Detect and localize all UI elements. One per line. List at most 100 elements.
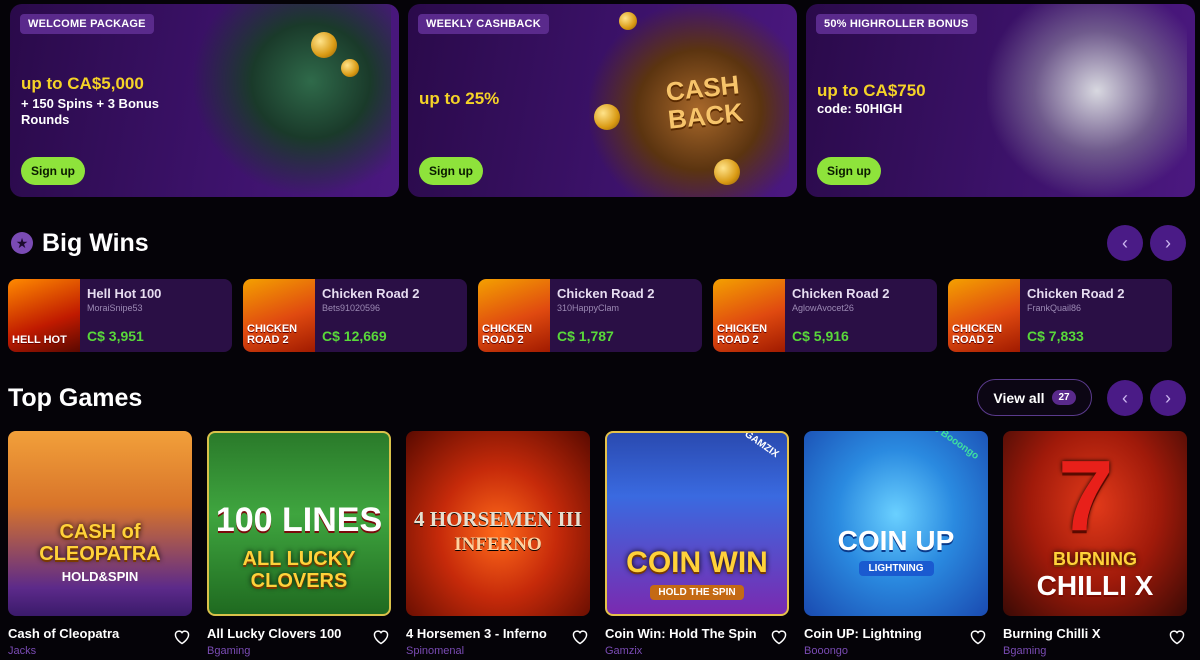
win-amount: C$ 12,669 (322, 328, 387, 344)
promo-headline: up to 25% (419, 89, 500, 108)
game-provider[interactable]: Bgaming (1003, 645, 1046, 657)
game-provider[interactable]: Gamzix (605, 645, 642, 657)
game-title[interactable]: All Lucky Clovers 100 (207, 626, 341, 641)
game-tile[interactable]: 3 Booongo COIN UP LIGHTNING (804, 431, 988, 616)
game-provider[interactable]: Jacks (8, 645, 36, 657)
top-games-prev-button[interactable]: ‹ (1107, 380, 1143, 416)
game-provider[interactable]: Bgaming (207, 645, 250, 657)
tile-art-title: COIN WIN (626, 546, 768, 579)
tile-art-subtitle: ALL LUCKY CLOVERS (242, 548, 356, 592)
game-title[interactable]: Coin Win: Hold The Spin (605, 626, 757, 641)
thumbnail-text: HELL HOT (12, 334, 67, 346)
provider-chip: 3 Booongo (931, 431, 981, 462)
big-win-item[interactable]: CHICKEN ROAD 2 Chicken Road 2 310HappyCl… (478, 279, 702, 352)
game-card[interactable]: 3 Booongo COIN UP LIGHTNING Coin UP: Lig… (804, 431, 988, 657)
promo-subtext: + 150 Spins + 3 Bonus Rounds (21, 96, 159, 127)
game-card[interactable]: 100 LINES ALL LUCKY CLOVERS All Lucky Cl… (207, 431, 391, 657)
win-game-name: Hell Hot 100 (87, 286, 162, 301)
tile-art-title: BURNING (1053, 549, 1137, 569)
coin-icon (619, 12, 637, 30)
sign-up-button[interactable]: Sign up (817, 157, 881, 185)
game-tile[interactable]: CASH of CLEOPATRA HOLD&SPIN (8, 431, 192, 616)
big-win-item[interactable]: CHICKEN ROAD 2 Chicken Road 2 AglowAvoce… (713, 279, 937, 352)
promo-headline: up to CA$5,000 (21, 74, 144, 93)
game-tile[interactable]: 7 BURNING CHILLI X (1003, 431, 1187, 616)
coin-icon (341, 59, 359, 77)
promo-weekly-cashback[interactable]: CASH BACK WEEKLY CASHBACK up to 25% Sign… (408, 4, 797, 197)
chevron-right-icon: › (1165, 387, 1171, 408)
game-card[interactable]: 4 HORSEMEN III INFERNO 4 Horsemen 3 - In… (406, 431, 590, 657)
win-game-name: Chicken Road 2 (792, 286, 890, 301)
game-title[interactable]: Cash of Cleopatra (8, 626, 119, 641)
heart-icon[interactable] (1167, 628, 1187, 646)
win-amount: C$ 1,787 (557, 328, 614, 344)
heart-icon[interactable] (570, 628, 590, 646)
win-username: Bets91020596 (322, 303, 381, 313)
big-win-item[interactable]: CHICKEN ROAD 2 Chicken Road 2 FrankQuail… (948, 279, 1172, 352)
promo-tag: 50% HIGHROLLER BONUS (816, 14, 977, 34)
game-thumbnail: CHICKEN ROAD 2 (243, 279, 315, 352)
provider-chip: GAMZIX (742, 431, 781, 461)
top-games-list: CASH of CLEOPATRA HOLD&SPIN Cash of Cleo… (8, 431, 1187, 657)
big-wins-list: HELL HOT Hell Hot 100 MoraiSnipe53 C$ 3,… (8, 279, 1172, 352)
promo-highroller-bonus[interactable]: 50% HIGHROLLER BONUS up to CA$750 code: … (806, 4, 1195, 197)
sign-up-button[interactable]: Sign up (419, 157, 483, 185)
top-games-title: Top Games (8, 384, 143, 412)
coin-icon (714, 159, 740, 185)
coin-icon (311, 32, 337, 58)
big-wins-next-button[interactable]: › (1150, 225, 1186, 261)
tile-art-subtitle: HOLD&SPIN (61, 569, 139, 584)
promo-tag: WEEKLY CASHBACK (418, 14, 549, 34)
win-game-name: Chicken Road 2 (557, 286, 655, 301)
heart-icon[interactable] (371, 628, 391, 646)
thumbnail-text: CHICKEN ROAD 2 (482, 323, 533, 346)
view-all-button[interactable]: View all 27 (977, 379, 1092, 416)
win-username: 310HappyClam (557, 303, 620, 313)
big-win-item[interactable]: CHICKEN ROAD 2 Chicken Road 2 Bets910205… (243, 279, 467, 352)
game-title[interactable]: Burning Chilli X (1003, 626, 1101, 641)
promo-welcome-package[interactable]: WELCOME PACKAGE up to CA$5,000 + 150 Spi… (10, 4, 399, 197)
thumbnail-text: CHICKEN ROAD 2 (952, 323, 1003, 346)
heart-icon[interactable] (968, 628, 988, 646)
win-amount: C$ 7,833 (1027, 328, 1084, 344)
tile-art-subtitle: HOLD THE SPIN (650, 585, 744, 600)
big-wins-title: Big Wins (42, 229, 149, 257)
promo-art-woman-cash (987, 4, 1187, 197)
game-card[interactable]: GAMZIX COIN WIN HOLD THE SPIN Coin Win: … (605, 431, 789, 657)
cashback-art-text: CASH BACK (664, 69, 745, 135)
promo-headline: up to CA$750 (817, 81, 926, 100)
game-title[interactable]: Coin UP: Lightning (804, 626, 922, 641)
chevron-left-icon: ‹ (1122, 232, 1128, 253)
game-card[interactable]: CASH of CLEOPATRA HOLD&SPIN Cash of Cleo… (8, 431, 192, 657)
chevron-right-icon: › (1165, 232, 1171, 253)
promo-art-woman-cards (191, 4, 391, 197)
big-wins-prev-button[interactable]: ‹ (1107, 225, 1143, 261)
top-games-next-button[interactable]: › (1150, 380, 1186, 416)
game-tile[interactable]: GAMZIX COIN WIN HOLD THE SPIN (605, 431, 789, 616)
win-amount: C$ 5,916 (792, 328, 849, 344)
view-all-label: View all (993, 389, 1045, 406)
game-thumbnail: CHICKEN ROAD 2 (713, 279, 785, 352)
tile-art-title: COIN UP (837, 525, 955, 556)
games-count-badge: 27 (1052, 390, 1076, 405)
big-win-item[interactable]: HELL HOT Hell Hot 100 MoraiSnipe53 C$ 3,… (8, 279, 232, 352)
heart-icon[interactable] (172, 628, 192, 646)
tile-art-title: 4 HORSEMEN III (413, 507, 583, 531)
game-tile[interactable]: 100 LINES ALL LUCKY CLOVERS (207, 431, 391, 616)
chevron-left-icon: ‹ (1122, 387, 1128, 408)
game-provider[interactable]: Spinomenal (406, 645, 464, 657)
tile-art-subtitle: INFERNO (454, 534, 542, 555)
win-amount: C$ 3,951 (87, 328, 144, 344)
heart-icon[interactable] (769, 628, 789, 646)
game-tile[interactable]: 4 HORSEMEN III INFERNO (406, 431, 590, 616)
promo-art-cash-bag: CASH BACK (589, 4, 789, 197)
coin-icon (594, 104, 620, 130)
game-card[interactable]: 7 BURNING CHILLI X Burning Chilli X Bgam… (1003, 431, 1187, 657)
game-thumbnail: CHICKEN ROAD 2 (948, 279, 1020, 352)
promo-tag: WELCOME PACKAGE (20, 14, 154, 34)
win-username: MoraiSnipe53 (87, 303, 143, 313)
game-title[interactable]: 4 Horsemen 3 - Inferno (406, 626, 547, 641)
thumbnail-text: CHICKEN ROAD 2 (247, 323, 298, 346)
game-provider[interactable]: Booongo (804, 645, 848, 657)
sign-up-button[interactable]: Sign up (21, 157, 85, 185)
